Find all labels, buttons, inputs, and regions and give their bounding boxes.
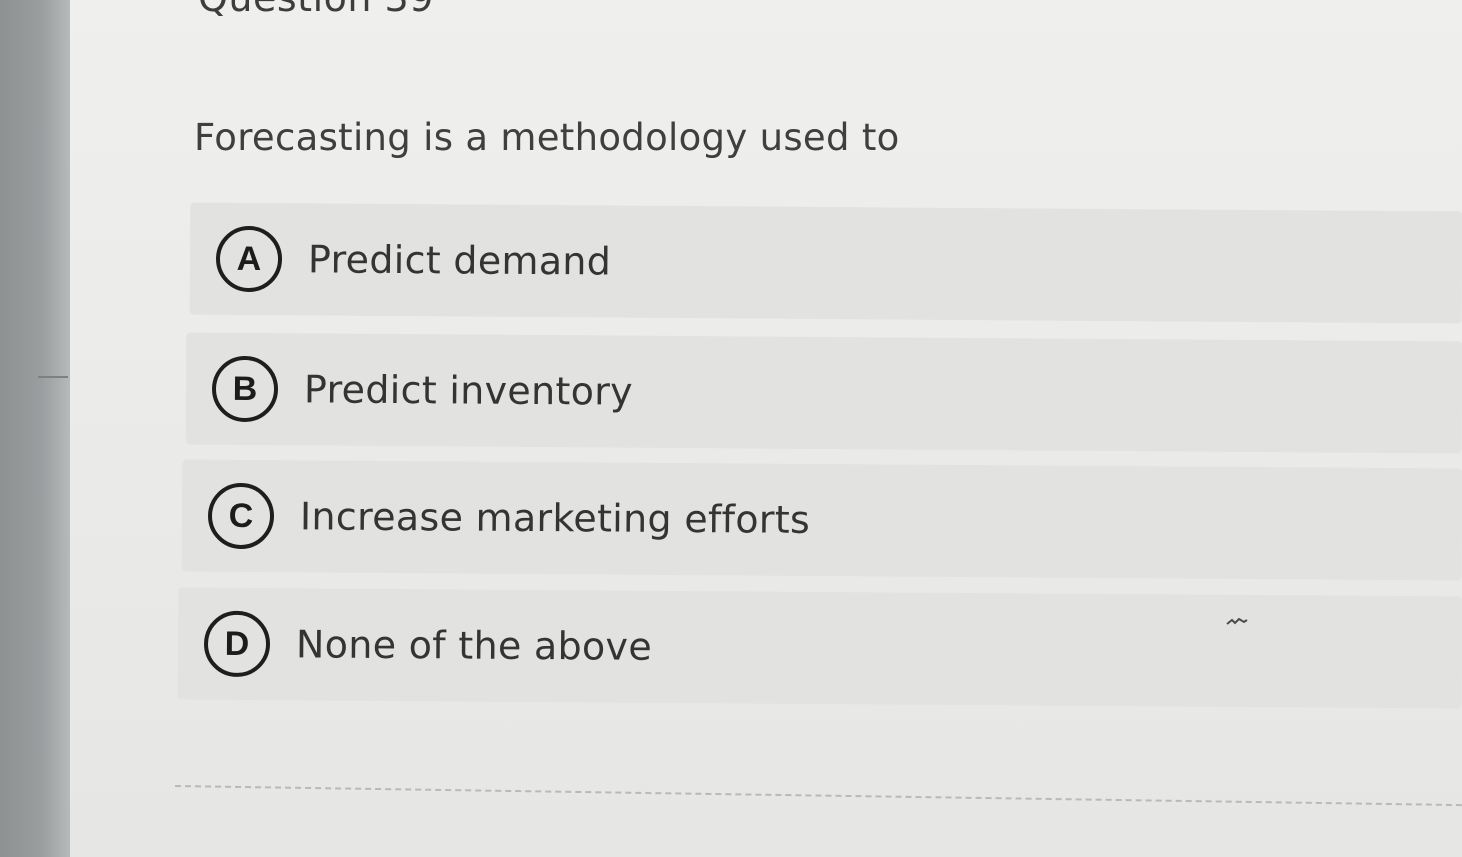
option-b-label[interactable]: Predict inventory	[304, 367, 633, 413]
dust-speck-icon	[1226, 618, 1248, 625]
option-a-label[interactable]: Predict demand	[308, 237, 611, 283]
option-c-label[interactable]: Increase marketing efforts	[300, 494, 810, 542]
option-b[interactable]: B Predict inventory	[185, 332, 1462, 454]
option-b-radio-badge[interactable]: B	[211, 355, 279, 423]
option-d[interactable]: D None of the above	[177, 587, 1462, 709]
option-a-radio-badge[interactable]: A	[215, 225, 283, 293]
option-a[interactable]: A Predict demand	[189, 202, 1462, 324]
option-d-label[interactable]: None of the above	[296, 622, 652, 668]
answer-options: A Predict demand B Predict inventory C I…	[0, 0, 1462, 857]
option-c-radio-badge[interactable]: C	[207, 482, 275, 550]
option-c[interactable]: C Increase marketing efforts	[181, 459, 1462, 581]
option-d-radio-badge[interactable]: D	[203, 610, 271, 678]
